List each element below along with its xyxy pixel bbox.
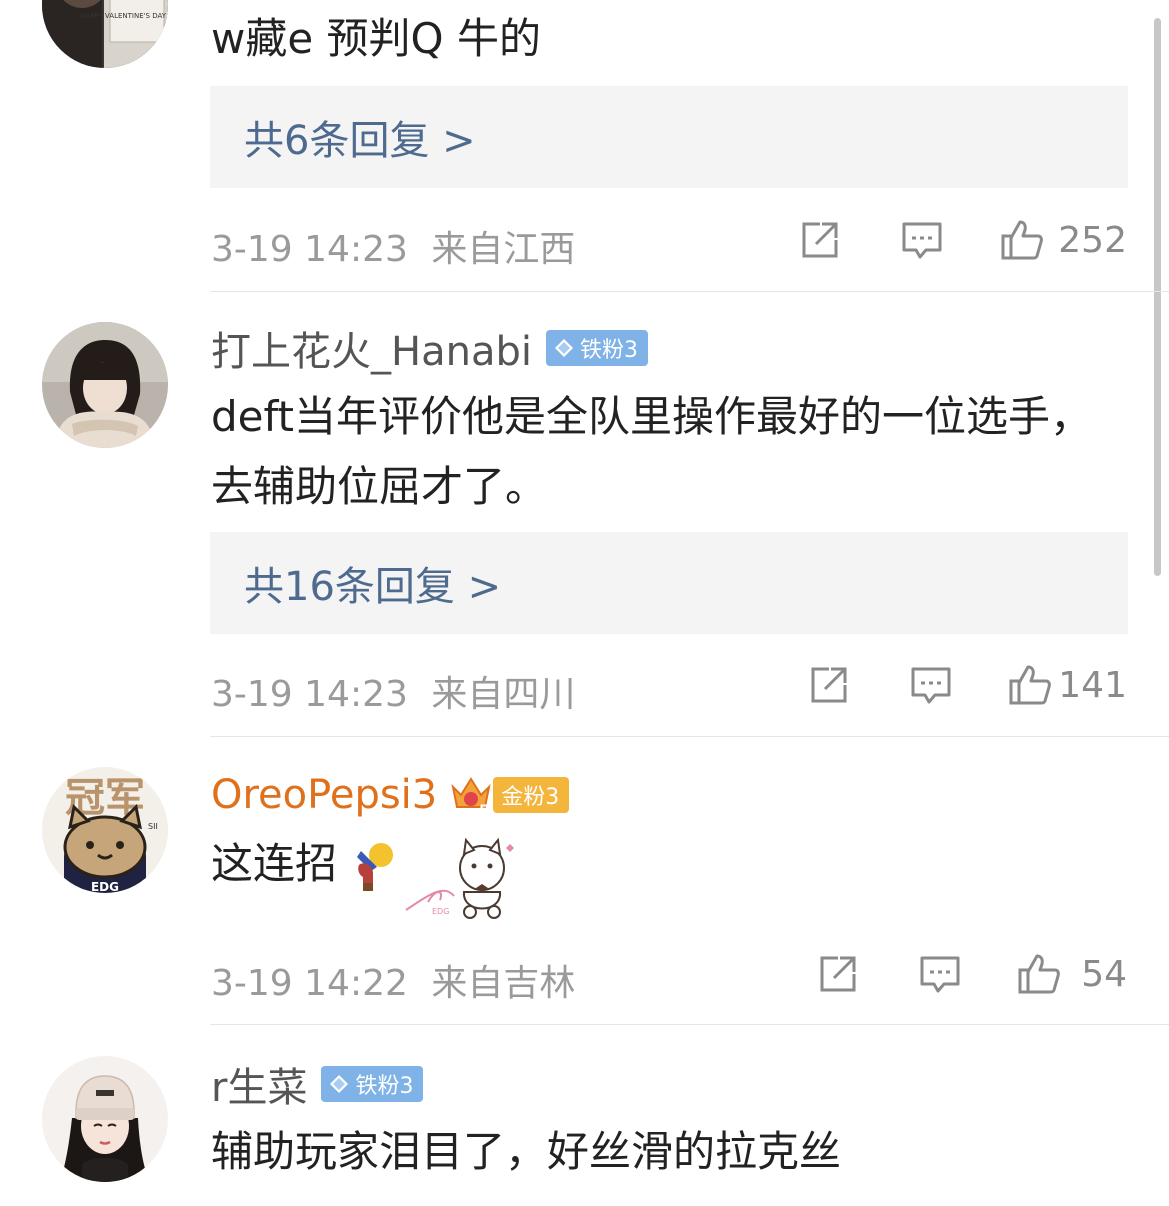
comment-time-location: 3-19 14:22 来自吉林 (211, 954, 575, 1006)
username-row: r生菜 铁粉3 (211, 1055, 424, 1113)
like-icon[interactable] (1000, 218, 1044, 262)
sticker-text: EDG (432, 907, 449, 916)
comment-icon[interactable] (918, 952, 962, 996)
comment-location: 来自吉林 (431, 963, 576, 1004)
fan-badge-label: 铁粉3 (355, 1074, 414, 1099)
avatar-tag-text: EDG (91, 880, 119, 893)
reply-box[interactable]: 共16条回复 > (210, 532, 1128, 634)
avatar[interactable]: 冠军 SII EDG (42, 767, 168, 893)
comment-body: 辅助玩家泪目了，好丝滑的拉克丝 (211, 1127, 842, 1176)
share-icon[interactable] (798, 218, 842, 262)
doge-emoji-icon (357, 842, 394, 891)
comment-time: 3-19 14:23 (211, 674, 408, 715)
comment-body: deft当年评价他是全队里操作最好的一位选手，去辅助位屈才了。 (211, 392, 1093, 511)
view-replies-link[interactable]: 共6条回复 > (244, 108, 476, 166)
diamond-icon (330, 1075, 349, 1093)
fan-badge-label: 铁粉3 (579, 338, 638, 363)
username[interactable]: 打上花火_Hanabi (211, 319, 532, 377)
cat-sticker: EDG (400, 814, 520, 924)
fan-badge[interactable]: 铁粉3 (321, 1066, 424, 1102)
fan-badge-label: 金粉3 (501, 785, 560, 810)
like-count: 252 (1058, 220, 1127, 261)
comment-time: 3-19 14:23 (211, 229, 408, 270)
comment-meta: 3-19 14:23 来自江西 252 (211, 218, 1127, 270)
comment-location: 来自江西 (431, 229, 576, 270)
username[interactable]: r生菜 (211, 1055, 307, 1113)
crown-icon: 5 (449, 773, 493, 819)
avatar[interactable] (42, 1056, 168, 1182)
comment-meta: 3-19 14:22 来自吉林 54 (211, 952, 1127, 1004)
avatar[interactable]: HAPPY VALENTINE'S DAY, HEGEL (42, 0, 168, 68)
share-icon[interactable] (807, 663, 851, 707)
like-icon[interactable] (1008, 663, 1052, 707)
username[interactable]: OreoPepsi3 (211, 772, 437, 818)
comment-time-location: 3-19 14:23 来自四川 (211, 665, 575, 717)
like-count: 141 (1058, 665, 1127, 706)
comment-body-text: 这连招 (211, 839, 338, 888)
username-row: 打上花火_Hanabi 铁粉3 (211, 320, 648, 376)
fan-badge[interactable]: 金粉3 (493, 777, 570, 813)
comment-time: 3-19 14:22 (211, 963, 408, 1004)
comment-item: r生菜 铁粉3 辅助玩家泪目了，好丝滑的拉克丝 (0, 1025, 1169, 1206)
avatar-sign-text: HAPPY VALENTINE'S DAY, HEGEL (80, 12, 168, 20)
fan-badge[interactable]: 铁粉3 (545, 330, 648, 366)
share-icon[interactable] (816, 952, 860, 996)
comment-icon[interactable] (909, 663, 953, 707)
comment-body: w藏e 预判Q 牛的 (211, 14, 541, 63)
comment-item: 冠军 SII EDG OreoPepsi3 5 金粉3 这连招 EDG 3-19… (0, 737, 1169, 1025)
comment-meta: 3-19 14:23 来自四川 141 (211, 663, 1127, 715)
reply-box[interactable]: 共6条回复 > (210, 86, 1128, 188)
avatar[interactable] (42, 322, 168, 448)
like-icon[interactable] (1017, 952, 1061, 996)
comment-item: 打上花火_Hanabi 铁粉3 deft当年评价他是全队里操作最好的一位选手，去… (0, 292, 1169, 736)
view-replies-link[interactable]: 共16条回复 > (244, 554, 501, 612)
comment-item: HAPPY VALENTINE'S DAY, HEGEL w藏e 预判Q 牛的 … (0, 0, 1169, 292)
comment-body: 这连招 (211, 829, 1111, 899)
diamond-icon (554, 339, 573, 357)
comment-list-page: HAPPY VALENTINE'S DAY, HEGEL w藏e 预判Q 牛的 … (0, 0, 1169, 1206)
comment-time-location: 3-19 14:23 来自江西 (211, 220, 575, 272)
comment-location: 来自四川 (431, 674, 576, 715)
like-count: 54 (1081, 954, 1127, 995)
comment-icon[interactable] (900, 218, 944, 262)
avatar-sii-text: SII (148, 822, 158, 831)
